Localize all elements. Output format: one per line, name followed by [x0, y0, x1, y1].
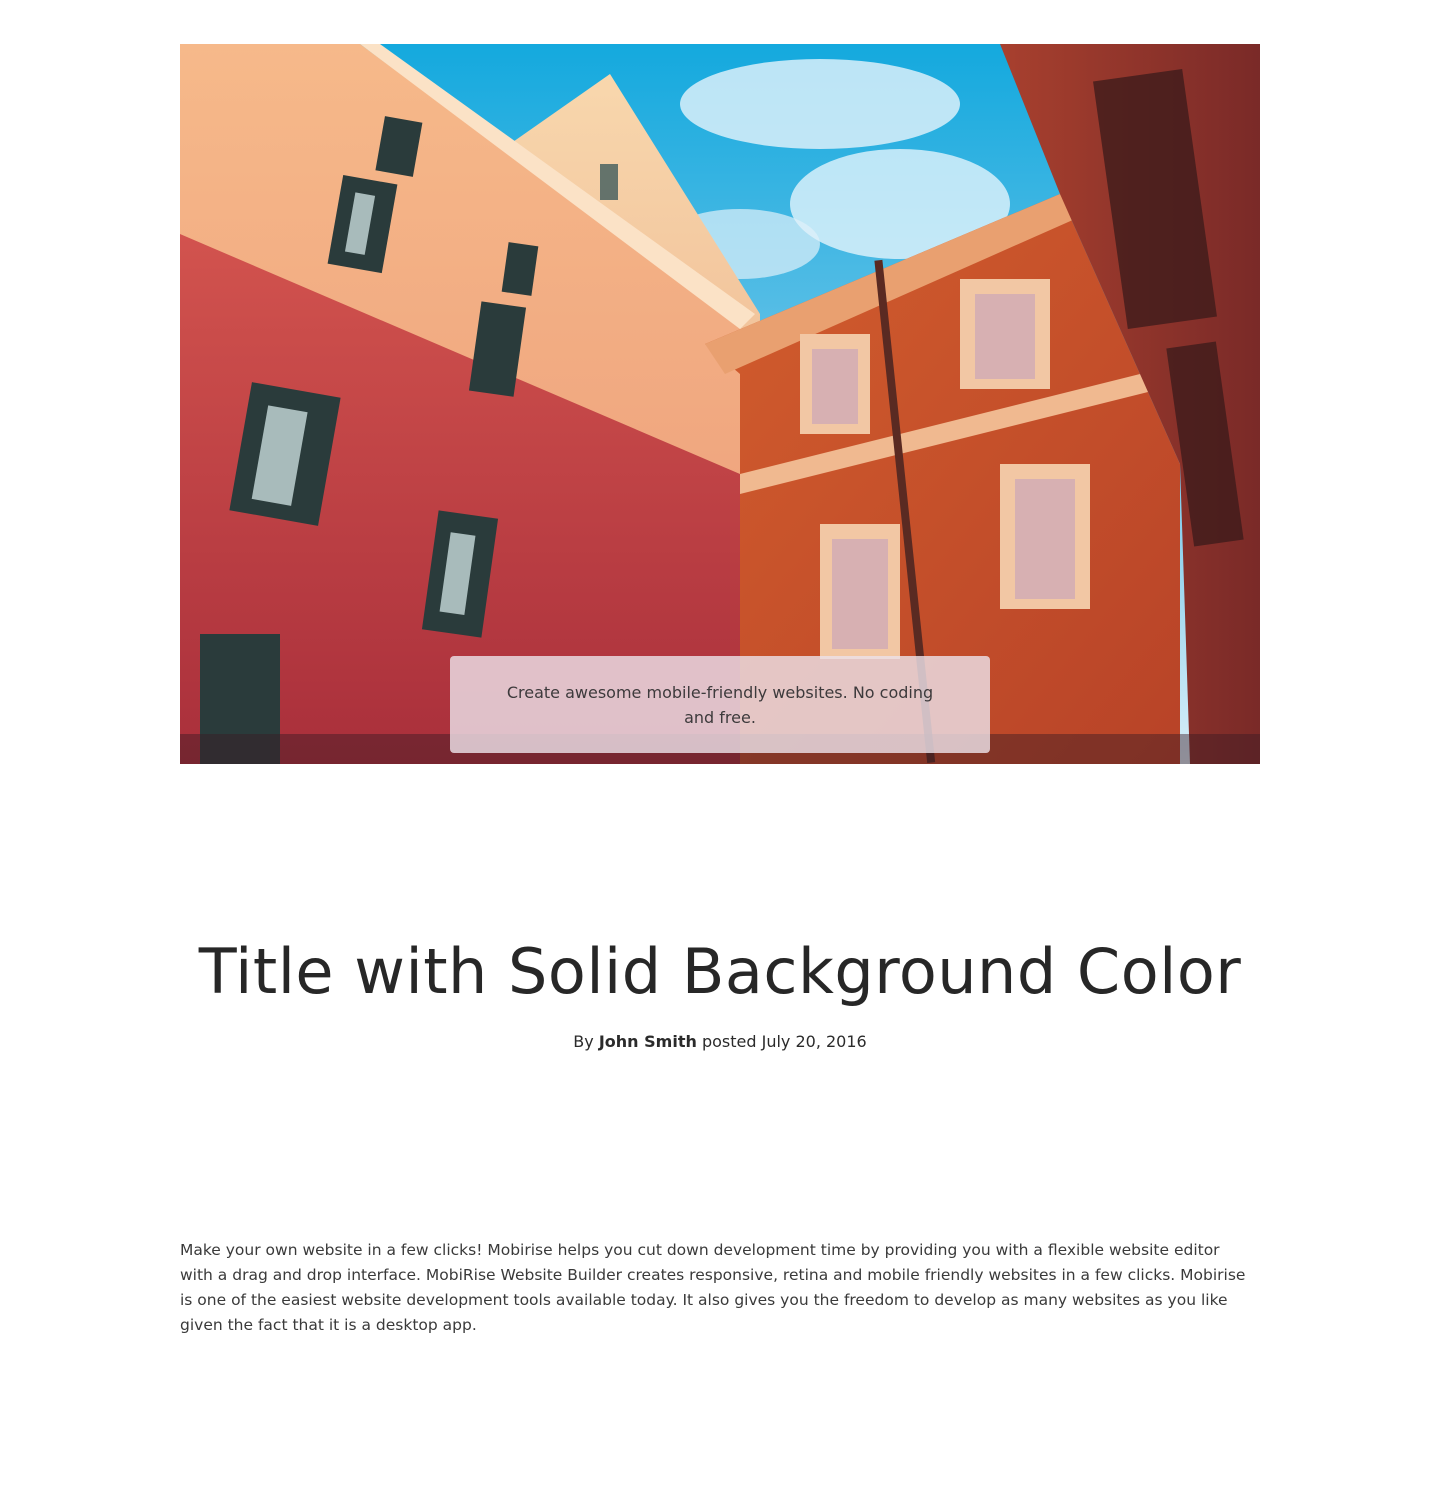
- byline: By John Smith posted July 20, 2016: [0, 1030, 1440, 1054]
- page-title: Title with Solid Background Color: [198, 935, 1242, 1008]
- hero-caption: Create awesome mobile-friendly websites.…: [450, 656, 990, 753]
- posted-date: posted July 20, 2016: [701, 1032, 867, 1051]
- byline-prefix: By: [573, 1032, 594, 1051]
- article-body: Make your own website in a few clicks! M…: [180, 1241, 1246, 1334]
- author-name: John Smith: [598, 1032, 697, 1051]
- hero-image-section: Create awesome mobile-friendly websites.…: [180, 44, 1260, 764]
